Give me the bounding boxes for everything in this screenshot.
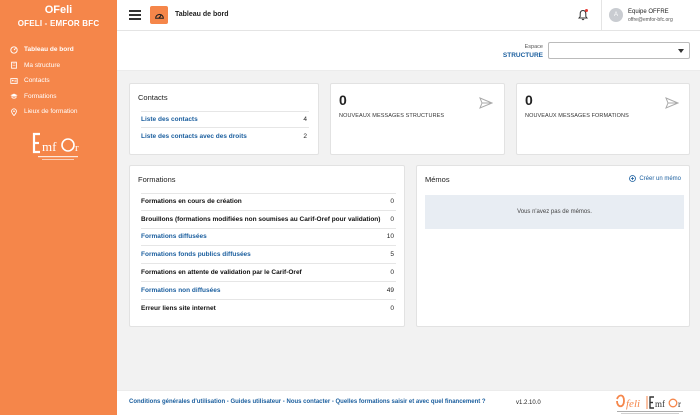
contacts-card: Contacts Liste des contacts 4 Liste des …: [129, 83, 319, 155]
formations-non-diffusees-link[interactable]: Formations non diffusées: [141, 287, 220, 294]
footer-link-cgu[interactable]: Conditions générales d'utilisation: [129, 399, 225, 405]
sidebar-item-label: Ma structure: [24, 61, 61, 69]
svg-text:feli: feli: [626, 398, 640, 410]
count: 4: [303, 116, 307, 123]
sidebar-item-ma-structure[interactable]: Ma structure: [0, 58, 117, 74]
sidebar-item-label: Tableau de bord: [24, 46, 74, 54]
formations-diffusees-link[interactable]: Formations diffusées: [141, 233, 207, 240]
formations-card: Formations Formations en cours de créati…: [129, 165, 405, 327]
avatar[interactable]: A: [609, 8, 623, 22]
sidebar-item-label: Formations: [24, 92, 57, 100]
dashboard-icon: [8, 46, 20, 54]
formations-row-label: Brouillons (formations modifiées non sou…: [141, 215, 381, 223]
memos-card: Mémos Créer un mémo Vous n'avez pas de m…: [416, 165, 690, 327]
notification-bell-icon[interactable]: [577, 9, 589, 21]
create-memo-button[interactable]: Créer un mémo: [629, 175, 681, 182]
messages-structures-count: 0: [339, 92, 347, 108]
formations-row-label: Formations en cours de création: [141, 198, 242, 206]
count: 0: [390, 215, 394, 223]
sidebar-nav: Tableau de bord Ma structure Contacts Fo…: [0, 42, 117, 120]
svg-text:mf: mf: [42, 139, 57, 154]
sidebar-item-lieux-de-formation[interactable]: Lieux de formation: [0, 104, 117, 120]
list-item: Erreur liens site internet 0: [141, 300, 396, 318]
messages-formations-label: NOUVEAUX MESSAGES FORMATIONS: [525, 113, 629, 119]
send-icon[interactable]: [665, 97, 680, 109]
count: 2: [303, 133, 307, 140]
user-name: Equipe OFFRE: [628, 9, 669, 15]
send-icon[interactable]: [479, 97, 494, 109]
caret-down-icon: [678, 49, 684, 53]
espace-bar: Espace STRUCTURE: [117, 31, 700, 71]
list-item[interactable]: Formations fonds publics diffusées 5: [141, 246, 396, 265]
app-version: v1.2.10.0: [516, 400, 541, 406]
formations-row-label: Erreur liens site internet: [141, 305, 216, 313]
espace-select[interactable]: [548, 42, 690, 59]
sidebar-item-label: Lieux de formation: [24, 108, 78, 116]
messages-structures-card[interactable]: 0 NOUVEAUX MESSAGES STRUCTURES: [330, 83, 505, 155]
list-item: Formations en attente de validation par …: [141, 264, 396, 282]
sidebar-item-contacts[interactable]: Contacts: [0, 73, 117, 89]
footer-link-contact[interactable]: Nous contacter: [286, 399, 330, 405]
memos-title: Mémos: [425, 175, 450, 184]
footer-link-guides[interactable]: Guides utilisateur: [230, 399, 281, 405]
sidebar: OFeli OFELI - EMFOR BFC Tableau de bord …: [0, 0, 117, 415]
hamburger-menu-icon[interactable]: [129, 10, 141, 20]
graduation-cap-icon: [8, 92, 20, 100]
svg-text:r: r: [678, 399, 681, 409]
count: 0: [390, 305, 394, 313]
contacts-title: Contacts: [138, 93, 168, 102]
page-title: Tableau de bord: [175, 11, 229, 18]
count: 49: [386, 286, 394, 294]
app-title: OFeli: [44, 4, 73, 16]
messages-formations-card[interactable]: 0 NOUVEAUX MESSAGES FORMATIONS: [516, 83, 690, 155]
create-memo-label: Créer un mémo: [639, 175, 681, 182]
divider: [601, 0, 602, 31]
list-item[interactable]: Liste des contacts avec des droits 2: [141, 128, 309, 145]
espace-label: Espace: [524, 44, 543, 50]
contacts-rights-link[interactable]: Liste des contacts avec des droits: [141, 133, 247, 140]
formations-row-label: Formations en attente de validation par …: [141, 269, 302, 277]
espace-value: STRUCTURE: [502, 52, 543, 59]
footer: Conditions générales d'utilisation - Gui…: [117, 390, 700, 415]
count: 0: [390, 269, 394, 277]
footer-link-financement[interactable]: Quelles formations saisir et avec quel f…: [336, 399, 486, 405]
svg-text:r: r: [75, 142, 79, 154]
list-item[interactable]: Formations diffusées 10: [141, 229, 396, 247]
svg-text:mf: mf: [655, 399, 665, 409]
count: 10: [386, 233, 394, 241]
user-email: offre@emfor-bfc.org: [628, 17, 673, 23]
notification-dot: [585, 9, 588, 12]
sidebar-item-tableau-de-bord[interactable]: Tableau de bord: [0, 42, 117, 58]
messages-formations-count: 0: [525, 92, 533, 108]
count: 0: [390, 198, 394, 206]
list-item[interactable]: Liste des contacts 4: [141, 111, 309, 128]
building-icon: [8, 61, 20, 69]
messages-structures-label: NOUVEAUX MESSAGES STRUCTURES: [339, 113, 445, 119]
list-item[interactable]: Formations non diffusées 49: [141, 282, 396, 300]
location-pin-icon: [8, 108, 20, 116]
sidebar-item-label: Contacts: [24, 77, 50, 85]
memos-empty-state: Vous n'avez pas de mémos.: [425, 195, 684, 229]
emfor-logo: mf r: [30, 132, 84, 162]
contacts-list-link[interactable]: Liste des contacts: [141, 116, 198, 123]
footer-links: Conditions générales d'utilisation - Gui…: [129, 399, 486, 405]
list-item: Brouillons (formations modifiées non sou…: [141, 211, 396, 229]
dashboard-icon: [150, 6, 168, 24]
list-item: Formations en cours de création 0: [141, 193, 396, 211]
count: 5: [390, 251, 394, 259]
formations-fonds-publics-link[interactable]: Formations fonds publics diffusées: [141, 251, 251, 258]
plus-circle-icon: [629, 175, 637, 182]
sidebar-item-formations[interactable]: Formations: [0, 89, 117, 105]
top-bar: Tableau de bord A Equipe OFFRE offre@emf…: [117, 0, 700, 31]
formations-title: Formations: [138, 175, 176, 184]
app-subtitle: OFELI - EMFOR BFC: [17, 19, 100, 28]
ofeli-emfor-logo: feli mf r: [613, 393, 689, 415]
contact-card-icon: [8, 77, 20, 85]
